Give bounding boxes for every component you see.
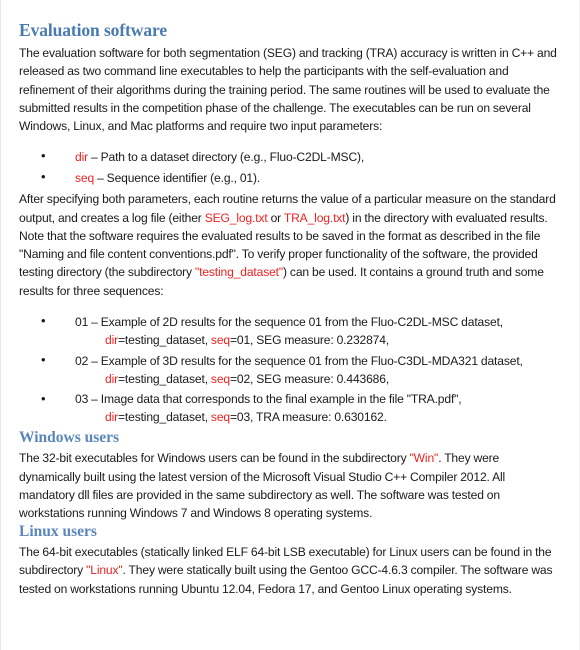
sequence-command: dir=testing_dataset, seq=03, TRA measure… bbox=[75, 408, 563, 426]
sequence-command: dir=testing_dataset, seq=01, SEG measure… bbox=[75, 331, 563, 349]
highlighted-text: "testing_dataset" bbox=[194, 265, 284, 280]
plain-text: =testing_dataset, bbox=[118, 371, 211, 386]
sequence-label: 01 – Example of 2D results for the seque… bbox=[75, 314, 504, 329]
plain-text: =testing_dataset, bbox=[118, 410, 211, 425]
sequence-label: 02 – Example of 3D results for the seque… bbox=[75, 353, 523, 368]
list-item: 03 – Image data that corresponds to the … bbox=[19, 390, 563, 427]
parameter-description: – Path to a dataset directory (e.g., Flu… bbox=[88, 149, 365, 164]
parameter-description: – Sequence identifier (e.g., 01). bbox=[94, 170, 261, 185]
evaluation-detail-paragraph: After specifying both parameters, each r… bbox=[19, 190, 563, 300]
highlighted-text: "Win" bbox=[409, 451, 439, 466]
list-item: seq – Sequence identifier (e.g., 01). bbox=[19, 168, 563, 187]
list-item: dir – Path to a dataset directory (e.g.,… bbox=[19, 147, 563, 166]
document-content: Evaluation software The evaluation softw… bbox=[19, 20, 563, 598]
highlighted-text: seq bbox=[210, 410, 230, 425]
plain-text: or bbox=[267, 210, 284, 225]
plain-text: =03, TRA measure: 0.630162. bbox=[229, 410, 387, 425]
highlighted-text: "Linux" bbox=[86, 563, 123, 578]
sequence-command: dir=testing_dataset, seq=02, SEG measure… bbox=[75, 370, 563, 388]
parameter-code: seq bbox=[75, 170, 95, 185]
highlighted-text: seq bbox=[210, 333, 230, 348]
parameter-code: dir bbox=[75, 149, 88, 164]
evaluation-intro-paragraph: The evaluation software for both segment… bbox=[19, 44, 563, 135]
highlighted-text: seq bbox=[210, 371, 230, 386]
page-title: Evaluation software bbox=[19, 20, 167, 40]
document-page: Evaluation software The evaluation softw… bbox=[0, 0, 580, 650]
highlighted-text: dir bbox=[105, 333, 118, 348]
sequence-list: 01 – Example of 2D results for the seque… bbox=[19, 312, 563, 427]
highlighted-text: dir bbox=[105, 410, 118, 425]
plain-text: =01, SEG measure: 0.232874, bbox=[229, 333, 390, 348]
section-heading-linux-users: Linux users bbox=[19, 522, 97, 540]
plain-text: The 32-bit executables for Windows users… bbox=[19, 451, 410, 466]
plain-text: =testing_dataset, bbox=[118, 333, 211, 348]
linux-users-paragraph: The 64-bit executables (statically linke… bbox=[19, 543, 563, 598]
list-item: 01 – Example of 2D results for the seque… bbox=[19, 312, 563, 350]
plain-text: =02, SEG measure: 0.443686, bbox=[229, 371, 390, 386]
section-heading-windows-users: Windows users bbox=[19, 428, 120, 446]
parameter-list: dir – Path to a dataset directory (e.g.,… bbox=[19, 147, 563, 188]
list-item: 02 – Example of 3D results for the seque… bbox=[19, 351, 563, 389]
highlighted-text: dir bbox=[105, 371, 118, 386]
plain-text: The evaluation software for both segment… bbox=[19, 46, 557, 134]
sequence-label: 03 – Image data that corresponds to the … bbox=[75, 392, 462, 407]
highlighted-text: TRA_log.txt bbox=[283, 210, 346, 225]
windows-users-paragraph: The 32-bit executables for Windows users… bbox=[19, 449, 563, 522]
highlighted-text: SEG_log.txt bbox=[204, 210, 268, 225]
